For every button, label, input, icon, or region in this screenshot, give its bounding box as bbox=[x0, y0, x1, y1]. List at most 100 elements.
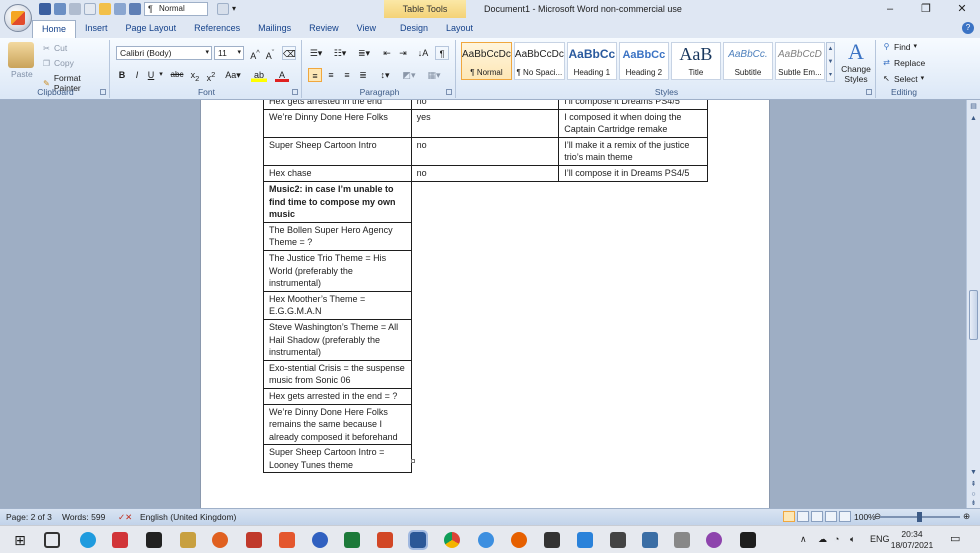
change-case-icon[interactable]: Aa▾ bbox=[224, 68, 242, 82]
vertical-scrollbar[interactable]: ▤ ▲ ▼ ⇞ ○ ⇟ bbox=[966, 100, 980, 508]
select-button[interactable]: ↖ Select ▾ bbox=[882, 74, 924, 84]
increase-indent-icon[interactable]: ⇥ bbox=[396, 46, 410, 60]
styles-launcher-icon[interactable] bbox=[866, 89, 872, 95]
table-cell[interactable]: I’ll compose it in Dreams PS4/5 bbox=[558, 164, 708, 182]
windows-start-icon[interactable]: ⊞ bbox=[12, 532, 28, 548]
language-indicator[interactable]: English (United Kingdom) bbox=[140, 512, 236, 522]
document-area[interactable]: Hex gets arrested in the end no I’ll compo… bbox=[0, 100, 966, 508]
table-row[interactable]: Music2: in case I’m unable to find time … bbox=[263, 181, 412, 223]
tab-layout[interactable]: Layout bbox=[437, 20, 482, 38]
table-cell[interactable]: no bbox=[410, 136, 560, 166]
zoom-level[interactable]: 100% bbox=[854, 512, 876, 522]
web-layout-icon[interactable] bbox=[811, 511, 823, 522]
print-preview-icon[interactable] bbox=[114, 3, 126, 15]
app-icon-2[interactable] bbox=[146, 532, 162, 548]
align-right-icon[interactable]: ≡ bbox=[340, 68, 354, 82]
proofing-icon[interactable]: ✓✕ bbox=[118, 512, 132, 523]
app-icon-8[interactable] bbox=[674, 532, 690, 548]
next-page-icon[interactable]: ⇟ bbox=[969, 499, 978, 508]
table-cell[interactable]: yes bbox=[410, 108, 560, 138]
input-language[interactable]: ENG bbox=[870, 534, 890, 544]
numbering-icon[interactable]: ☷▾ bbox=[332, 46, 348, 60]
table-cell[interactable]: I composed it when doing the Captain Car… bbox=[558, 108, 708, 138]
font-size-select[interactable]: 11 ▾ bbox=[214, 46, 244, 60]
undo-icon[interactable] bbox=[54, 3, 66, 15]
strikethrough-icon[interactable]: abc bbox=[169, 68, 185, 82]
sort-icon[interactable]: ↓A bbox=[416, 46, 430, 60]
style-subtitle[interactable]: AaBbCc. Subtitle bbox=[722, 42, 773, 80]
table-cell[interactable]: We’re Dinny Done Here Folks remains the … bbox=[263, 403, 412, 446]
style-heading-2[interactable]: AaBbCc Heading 2 bbox=[618, 42, 669, 80]
firefox-icon[interactable] bbox=[511, 532, 527, 548]
spelling-check-icon[interactable] bbox=[129, 3, 141, 15]
show-formatting-icon[interactable]: ¶ bbox=[435, 46, 449, 60]
quick-style-box[interactable]: Normal bbox=[144, 2, 208, 16]
edge-icon[interactable] bbox=[80, 532, 96, 548]
media-player-icon[interactable] bbox=[212, 532, 228, 548]
styles-gallery-scroll[interactable]: ▲ ▼ ▾ bbox=[826, 42, 835, 82]
paste-icon[interactable] bbox=[8, 42, 34, 68]
tray-chevron-icon[interactable]: ∧ bbox=[800, 534, 807, 545]
shrink-font-icon[interactable]: Aˇ bbox=[263, 46, 277, 61]
paste-button[interactable]: Paste bbox=[11, 69, 33, 79]
scroll-up-icon[interactable]: ▲ bbox=[969, 114, 978, 123]
clipboard-launcher-icon[interactable] bbox=[100, 89, 106, 95]
table-cell[interactable]: no bbox=[410, 100, 560, 110]
decrease-indent-icon[interactable]: ⇤ bbox=[380, 46, 394, 60]
justify-icon[interactable]: ≣ bbox=[356, 68, 370, 82]
tab-mailings[interactable]: Mailings bbox=[249, 20, 300, 38]
table-cell[interactable]: Super Sheep Cartoon Intro = Looney Tunes… bbox=[263, 444, 412, 474]
table-cell[interactable]: The Bollen Super Hero Agency Theme = ? bbox=[263, 221, 412, 251]
zoom-slider[interactable] bbox=[880, 512, 960, 522]
tab-design[interactable]: Design bbox=[391, 20, 437, 38]
file-explorer-icon[interactable] bbox=[180, 532, 196, 548]
previous-page-icon[interactable]: ⇞ bbox=[969, 480, 978, 489]
app-icon-1[interactable] bbox=[112, 532, 128, 548]
app-icon-3[interactable] bbox=[246, 532, 262, 548]
bold-icon[interactable]: B bbox=[116, 68, 128, 82]
table-cell[interactable]: I’ll make it a remix of the justice trio… bbox=[558, 136, 708, 166]
multilevel-list-icon[interactable]: ≣▾ bbox=[356, 46, 372, 60]
office-button[interactable] bbox=[4, 4, 32, 32]
open-folder-icon[interactable] bbox=[99, 3, 111, 15]
app-icon-6[interactable] bbox=[610, 532, 626, 548]
table-resize-handle[interactable] bbox=[411, 459, 415, 463]
style-subtle-emphasis[interactable]: AaBbCcD Subtle Em... bbox=[774, 42, 825, 80]
draft-view-icon[interactable] bbox=[839, 511, 851, 522]
bullets-icon[interactable]: ☰▾ bbox=[308, 46, 324, 60]
italic-icon[interactable]: I bbox=[131, 68, 143, 82]
style-title[interactable]: AaB Title bbox=[670, 42, 721, 80]
tab-view[interactable]: View bbox=[348, 20, 385, 38]
table-row[interactable]: Super Sheep Cartoon Intro no I’ll make it … bbox=[263, 136, 708, 166]
table-cell[interactable]: Hex gets arrested in the end = ? bbox=[263, 387, 412, 405]
underline-icon[interactable]: U bbox=[145, 68, 157, 82]
font-family-select[interactable]: Calibri (Body) ▾ bbox=[116, 46, 212, 60]
table-row[interactable]: Steve Washington’s Theme = All Hail Shad… bbox=[263, 318, 412, 361]
tab-references[interactable]: References bbox=[185, 20, 249, 38]
save-icon[interactable] bbox=[39, 3, 51, 15]
table-row[interactable]: We’re Dinny Done Here Folks yes I composed… bbox=[263, 108, 708, 138]
font-launcher-icon[interactable] bbox=[292, 89, 298, 95]
table-cell[interactable]: I’ll compose it Dreams PS4/5 bbox=[558, 100, 708, 110]
app-icon-10[interactable] bbox=[740, 532, 756, 548]
table-header-cell[interactable]: Music2: in case I’m unable to find time … bbox=[263, 181, 412, 223]
zoom-in-icon[interactable]: ⊕ bbox=[963, 511, 970, 522]
headphones-app-icon[interactable] bbox=[312, 532, 328, 548]
highlight-color-icon[interactable]: ab bbox=[251, 68, 267, 82]
table-cell[interactable]: Steve Washington’s Theme = All Hail Shad… bbox=[263, 318, 412, 361]
table-row[interactable]: Hex gets arrested in the end = ? bbox=[263, 387, 412, 405]
table-cell[interactable]: The Justice Trio Theme = His World (pref… bbox=[263, 249, 412, 292]
notifications-icon[interactable]: ▭ bbox=[950, 532, 960, 545]
chrome-icon[interactable] bbox=[444, 532, 460, 548]
app-icon-4[interactable] bbox=[478, 532, 494, 548]
app-icon-7[interactable] bbox=[642, 532, 658, 548]
browse-object-icon[interactable]: ○ bbox=[969, 490, 978, 499]
table-cell[interactable]: no bbox=[410, 164, 560, 182]
powerpoint-icon[interactable] bbox=[377, 532, 393, 548]
superscript-icon[interactable]: x2 bbox=[204, 68, 218, 83]
redo-icon[interactable] bbox=[69, 3, 81, 15]
video-app-icon[interactable] bbox=[279, 532, 295, 548]
table-row[interactable]: We’re Dinny Done Here Folks remains the … bbox=[263, 403, 412, 446]
font-color-icon[interactable]: A bbox=[275, 68, 289, 82]
tab-home[interactable]: Home bbox=[32, 20, 77, 38]
